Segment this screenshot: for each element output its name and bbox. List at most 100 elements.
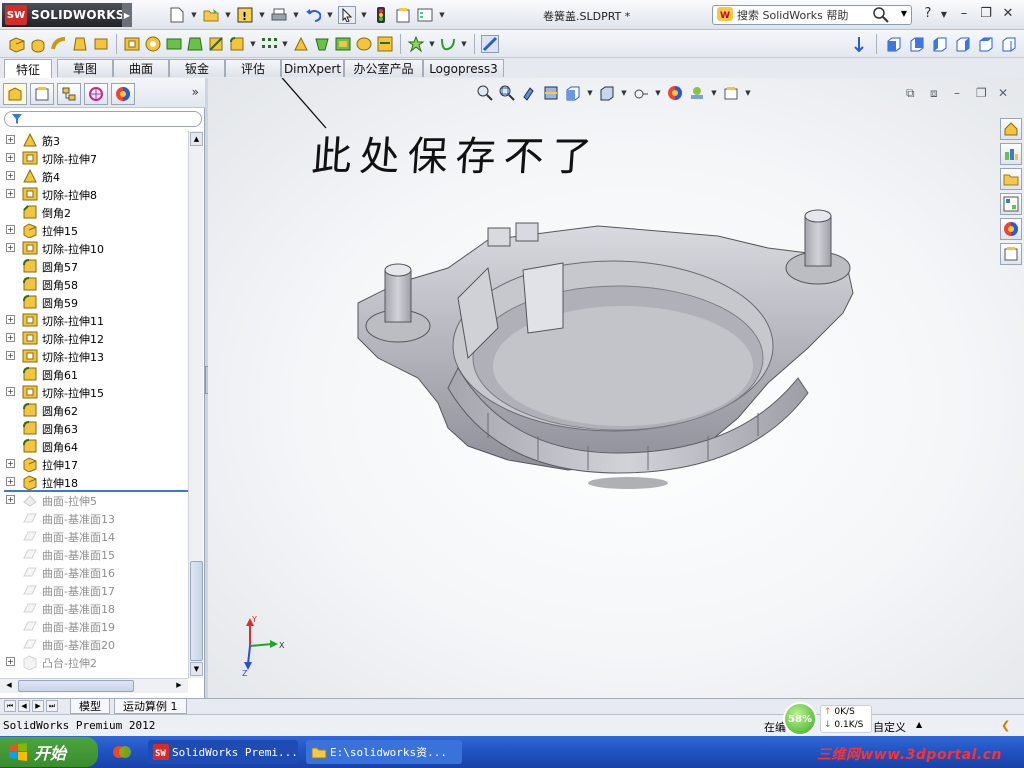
expand-toggle-icon[interactable]: + (6, 171, 15, 180)
tree-item[interactable]: 曲面-基准面18 (0, 599, 188, 617)
next-tab-icon[interactable]: ▶ (32, 700, 44, 712)
curves-icon[interactable] (439, 35, 457, 53)
tree-item[interactable]: 曲面-基准面19 (0, 617, 188, 635)
tree-item[interactable]: + 拉伸17 (0, 455, 188, 473)
solidworks-logo-menu[interactable]: SW SOLIDWORKS ▶ (2, 3, 132, 27)
expand-toggle-icon[interactable]: + (6, 315, 15, 324)
left-view-icon[interactable] (931, 35, 949, 53)
tree-item[interactable]: 圆角57 (0, 257, 188, 275)
tree-item[interactable]: 圆角62 (0, 401, 188, 419)
scroll-down-icon[interactable]: ▼ (190, 662, 203, 676)
back-view-icon[interactable] (908, 35, 926, 53)
help-search-input[interactable]: W 搜索 SolidWorks 帮助 ▼ (712, 5, 912, 25)
expand-toggle-icon[interactable]: + (6, 243, 15, 252)
chevron-down-icon[interactable]: ▼ (258, 11, 266, 19)
tree-horizontal-scrollbar[interactable]: ◀ ▶ (0, 678, 188, 693)
close-icon[interactable]: ✕ (1000, 6, 1016, 21)
tree-item[interactable]: + 凸台-拉伸2 (0, 653, 188, 671)
tree-item[interactable]: + 筋3 (0, 131, 188, 149)
expand-toggle-icon[interactable]: + (6, 153, 15, 162)
chevron-down-icon[interactable]: ▼ (281, 40, 289, 48)
last-tab-icon[interactable]: ⏭ (46, 700, 58, 712)
expand-panel-icon[interactable]: » (192, 85, 199, 99)
revolved-cut-icon[interactable] (144, 35, 162, 53)
lofted-cut-icon[interactable] (186, 35, 204, 53)
chevron-down-icon[interactable]: ▼ (249, 40, 257, 48)
scroll-right-icon[interactable]: ▶ (172, 680, 186, 692)
chevron-down-icon[interactable]: ▼ (460, 40, 468, 48)
wrap-icon[interactable] (355, 35, 373, 53)
extruded-boss-icon[interactable] (8, 35, 26, 53)
tree-item[interactable]: + 切除-拉伸11 (0, 311, 188, 329)
tree-item[interactable]: 曲面-基准面14 (0, 527, 188, 545)
linear-pattern-icon[interactable] (260, 35, 278, 53)
property-manager-tab-icon[interactable] (30, 83, 54, 105)
tab-sheet-metal[interactable]: 钣金 (169, 59, 225, 77)
taskbar-item-explorer[interactable]: E:\solidworks资... (306, 740, 462, 764)
chevron-down-icon[interactable]: ▼ (428, 40, 436, 48)
select-pointer-icon[interactable] (338, 6, 356, 24)
tab-surfaces[interactable]: 曲面 (113, 59, 169, 77)
tab-sketch[interactable]: 草图 (57, 59, 113, 77)
extruded-cut-icon[interactable] (123, 35, 141, 53)
tree-item[interactable]: + 曲面-拉伸5 (0, 491, 188, 509)
minimize-icon[interactable]: – (956, 6, 972, 21)
file-properties-icon[interactable] (394, 6, 412, 24)
tree-item[interactable]: 圆角63 (0, 419, 188, 437)
scroll-left-icon[interactable]: ◀ (2, 680, 16, 692)
normal-to-icon[interactable] (850, 35, 868, 53)
chevron-down-icon[interactable]: ▼ (326, 11, 334, 19)
tree-item[interactable]: 曲面-基准面17 (0, 581, 188, 599)
instant3d-icon[interactable] (481, 35, 499, 53)
configuration-manager-tab-icon[interactable] (57, 83, 81, 105)
draft-icon[interactable] (313, 35, 331, 53)
tree-filter-input[interactable] (4, 111, 202, 127)
status-units-menu[interactable]: 自定义 (873, 719, 906, 735)
first-tab-icon[interactable]: ⏮ (4, 700, 16, 712)
tree-item[interactable]: + 切除-拉伸13 (0, 347, 188, 365)
expand-toggle-icon[interactable]: + (6, 333, 15, 342)
dimxpert-manager-tab-icon[interactable] (84, 83, 108, 105)
help-menu-button[interactable]: ? (920, 6, 936, 21)
rib-icon[interactable] (292, 35, 310, 53)
chevron-down-icon[interactable]: ▼ (360, 11, 368, 19)
tab-evaluate[interactable]: 评估 (225, 59, 281, 77)
scroll-thumb[interactable] (190, 561, 203, 661)
tree-item[interactable]: 曲面-基准面20 (0, 635, 188, 653)
tree-item[interactable]: + 筋4 (0, 167, 188, 185)
tree-item[interactable]: 圆角58 (0, 275, 188, 293)
isometric-view-icon[interactable] (1000, 35, 1018, 53)
front-view-icon[interactable] (885, 35, 903, 53)
tab-logopress3[interactable]: Logopress3 (423, 59, 504, 77)
revolved-boss-icon[interactable] (29, 35, 47, 53)
reference-geometry-icon[interactable] (407, 35, 425, 53)
chevron-down-icon[interactable]: ▼ (224, 11, 232, 19)
swept-cut-icon[interactable] (165, 35, 183, 53)
chevron-down-icon[interactable]: ▼ (901, 9, 907, 18)
chevron-down-icon[interactable]: ▼ (190, 11, 198, 19)
swept-boss-icon[interactable] (50, 35, 68, 53)
scroll-up-icon[interactable]: ▲ (190, 132, 203, 146)
shell-icon[interactable] (334, 35, 352, 53)
intersect-icon[interactable] (376, 35, 394, 53)
tab-model[interactable]: 模型 (70, 699, 110, 714)
tree-item[interactable]: + 切除-拉伸15 (0, 383, 188, 401)
menu-arrow-icon[interactable]: ▶ (122, 3, 132, 27)
tab-features[interactable]: 特征 (4, 59, 52, 78)
restore-icon[interactable]: ❐ (978, 6, 994, 21)
tree-item[interactable]: 曲面-基准面16 (0, 563, 188, 581)
tree-item[interactable]: 圆角64 (0, 437, 188, 455)
tree-item[interactable]: 曲面-基准面13 (0, 509, 188, 527)
start-button[interactable]: 开始 (0, 737, 98, 767)
tree-item[interactable]: 倒角2 (0, 203, 188, 221)
tab-office-products[interactable]: 办公室产品 (344, 59, 423, 77)
top-view-icon[interactable] (977, 35, 995, 53)
tree-item[interactable]: + 切除-拉伸8 (0, 185, 188, 203)
expand-toggle-icon[interactable]: + (6, 225, 15, 234)
status-arrow-icon[interactable]: ❮ (1001, 719, 1010, 732)
expand-toggle-icon[interactable]: + (6, 351, 15, 360)
tree-item[interactable]: 圆角61 (0, 365, 188, 383)
expand-toggle-icon[interactable]: + (6, 459, 15, 468)
graphics-area[interactable]: ▼ ▼ ▼ ▼ ▼ ⧉ ⧈ – ❐ ✕ 此处保存不了 Y X Z (208, 78, 1024, 698)
tree-item[interactable]: + 切除-拉伸10 (0, 239, 188, 257)
